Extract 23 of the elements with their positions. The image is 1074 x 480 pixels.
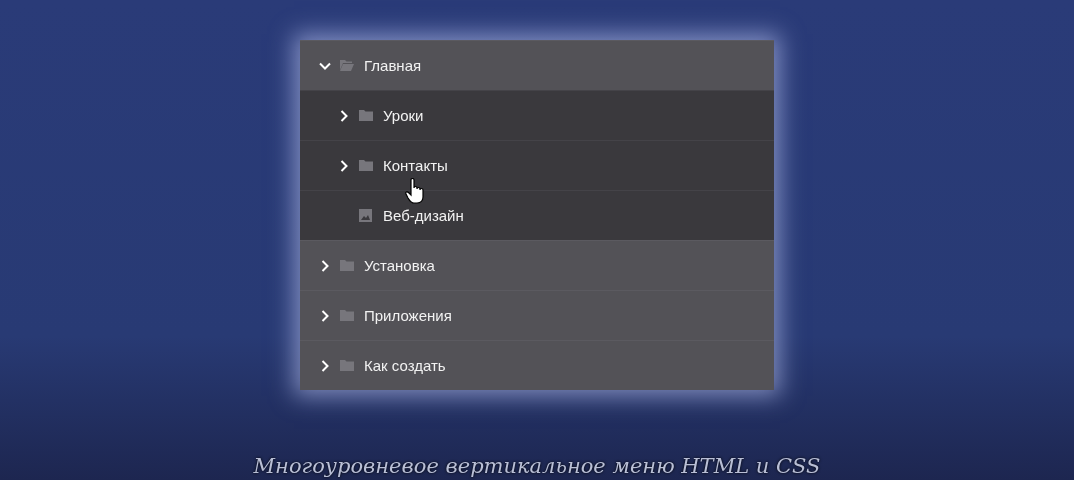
- menu-item[interactable]: Установка: [300, 240, 774, 290]
- folder-icon: [359, 158, 373, 171]
- folder-icon: [340, 308, 354, 321]
- caption: Многоуровневое вертикальное меню HTML и CSS: [253, 454, 821, 478]
- menu-item-label: Контакты: [383, 157, 448, 174]
- menu-item-label: Уроки: [383, 107, 424, 124]
- menu-item[interactable]: Главная: [300, 40, 774, 90]
- hand-cursor-icon: [405, 178, 425, 204]
- menu-item[interactable]: Контакты: [300, 140, 774, 190]
- folder-icon: [359, 108, 373, 121]
- folder-icon: [340, 358, 354, 371]
- menu-item-label: Установка: [364, 257, 435, 274]
- menu-item-label: Веб-дизайн: [383, 207, 464, 224]
- menu-item-label: Приложения: [364, 307, 452, 324]
- image-icon: [359, 208, 372, 222]
- menu-item[interactable]: Как создать: [300, 340, 774, 390]
- menu-item[interactable]: Уроки: [300, 90, 774, 140]
- open-folder-icon: [340, 58, 354, 71]
- menu-item[interactable]: Веб-дизайн: [300, 190, 774, 240]
- folder-icon: [340, 258, 354, 271]
- menu-item-label: Главная: [364, 57, 422, 74]
- menu-item-label: Как создать: [364, 357, 446, 374]
- menu-item[interactable]: Приложения: [300, 290, 774, 340]
